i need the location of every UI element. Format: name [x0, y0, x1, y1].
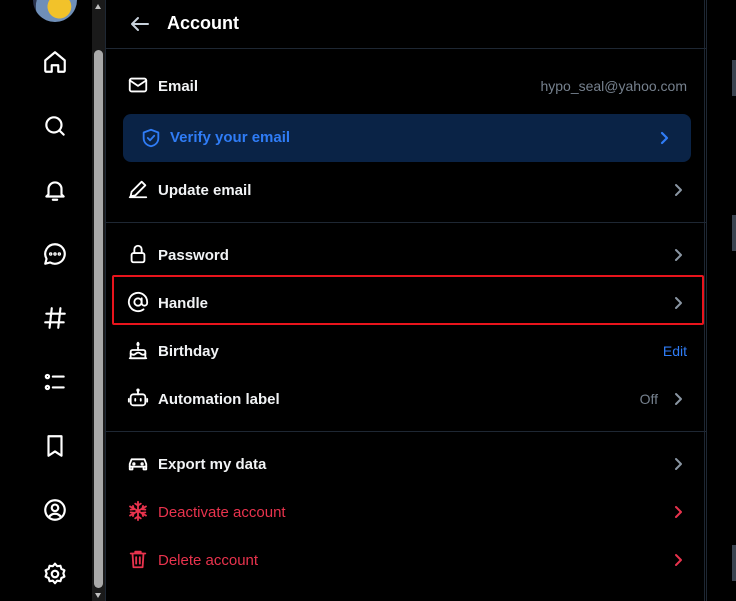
list-icon[interactable]: [40, 367, 70, 397]
trash-icon: [127, 548, 151, 572]
chevron-right-icon: [670, 182, 686, 198]
handle-label: Handle: [158, 294, 209, 312]
delete-account-row[interactable]: Delete account: [106, 536, 706, 584]
arrow-left-icon: [131, 17, 149, 31]
chevron-right-icon: [656, 130, 672, 146]
deactivate-account-label: Deactivate account: [158, 503, 286, 521]
verify-email-label: Verify your email: [170, 129, 291, 146]
header: Account: [106, 0, 706, 49]
scrollbar[interactable]: [92, 0, 105, 601]
pencil-icon: [127, 178, 151, 202]
update-email-row[interactable]: Update email: [106, 166, 706, 214]
deactivate-account-row[interactable]: Deactivate account: [106, 488, 706, 536]
at-sign-icon: [127, 291, 151, 315]
chevron-right-icon: [670, 391, 686, 407]
automation-status: Off: [639, 391, 658, 407]
account-settings-panel: Account Email hypo_seal@yahoo.com Verify…: [105, 0, 706, 601]
chevron-right-icon: [670, 456, 686, 472]
birthday-row: Birthday Edit: [106, 327, 706, 375]
shield-check-icon: [140, 127, 162, 149]
bookmark-icon[interactable]: [40, 431, 70, 461]
divider: [106, 431, 706, 432]
robot-icon: [127, 387, 151, 411]
automation-label-label: Automation label: [158, 390, 280, 408]
delete-account-label: Delete account: [158, 551, 259, 569]
password-label: Password: [158, 246, 229, 264]
scroll-thumb[interactable]: [94, 50, 103, 588]
birthday-edit-link[interactable]: Edit: [663, 343, 687, 359]
automation-label-row[interactable]: Automation label Off: [106, 375, 706, 423]
scroll-down-arrow[interactable]: [95, 593, 101, 598]
right-edge: [706, 0, 736, 601]
handle-row[interactable]: Handle: [106, 279, 706, 327]
gear-icon[interactable]: [40, 559, 70, 589]
cake-icon: [127, 339, 151, 363]
back-button[interactable]: [128, 12, 152, 36]
email-value: hypo_seal@yahoo.com: [540, 78, 687, 94]
page-title: Account: [167, 13, 239, 33]
bell-icon[interactable]: [40, 175, 70, 205]
export-data-label: Export my data: [158, 455, 267, 473]
password-row[interactable]: Password: [106, 231, 706, 279]
scroll-up-arrow[interactable]: [95, 4, 101, 9]
search-icon[interactable]: [40, 111, 70, 141]
chevron-right-icon: [670, 504, 686, 520]
update-email-label: Update email: [158, 181, 252, 199]
chevron-right-icon: [670, 552, 686, 568]
home-icon[interactable]: [40, 47, 70, 77]
avatar[interactable]: [33, 0, 77, 22]
envelope-icon: [127, 74, 151, 98]
birthday-label: Birthday: [158, 342, 219, 360]
snowflake-icon: [127, 500, 151, 524]
email-row: Email hypo_seal@yahoo.com: [106, 62, 706, 110]
verify-email-button[interactable]: Verify your email: [123, 114, 691, 162]
right-edge-mark: [732, 545, 736, 581]
email-label: Email: [158, 77, 199, 95]
profile-icon[interactable]: [40, 495, 70, 525]
chevron-right-icon: [670, 247, 686, 263]
chat-icon[interactable]: [40, 239, 70, 269]
export-data-row[interactable]: Export my data: [106, 440, 706, 488]
car-icon: [127, 452, 151, 476]
right-edge-mark: [732, 60, 736, 96]
hashtag-icon[interactable]: [40, 303, 70, 333]
right-edge-mark: [732, 215, 736, 251]
nav-rail: [0, 0, 92, 601]
lock-icon: [127, 243, 151, 267]
right-divider: [706, 0, 707, 601]
chevron-right-icon: [670, 295, 686, 311]
divider: [106, 222, 706, 223]
